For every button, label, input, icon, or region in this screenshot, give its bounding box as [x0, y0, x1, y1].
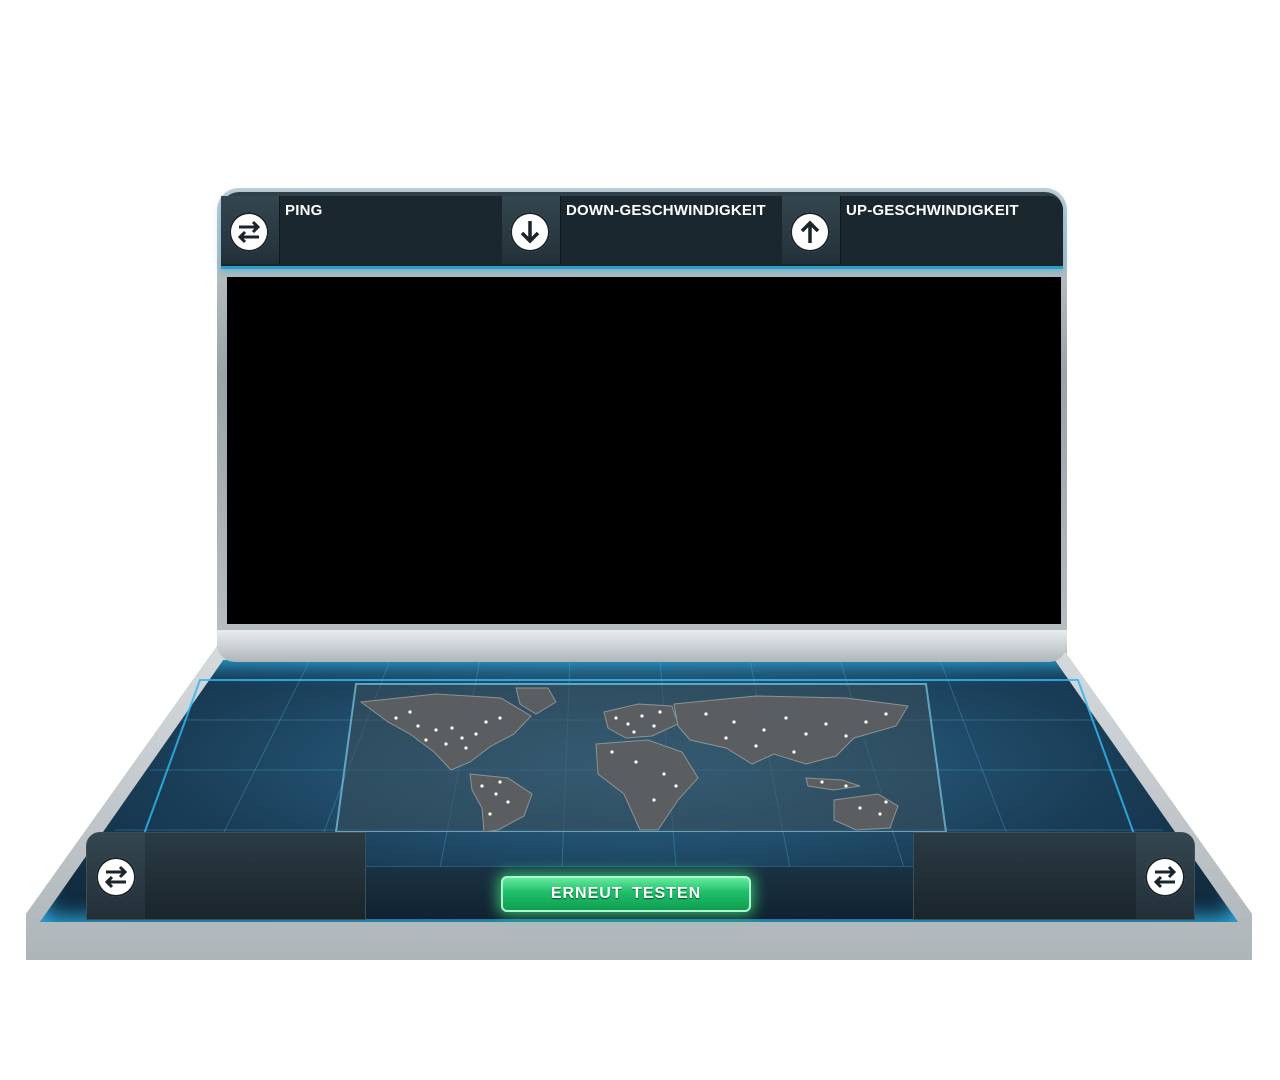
ping-icon-cell	[221, 196, 279, 264]
world-map	[334, 683, 948, 832]
results-screen	[227, 277, 1061, 624]
left-panel-icon-zone	[87, 833, 145, 919]
monitor-base-lip	[217, 630, 1067, 662]
swap-arrows-icon	[96, 857, 136, 897]
left-info-panel	[86, 832, 366, 920]
ping-label: PING	[285, 202, 323, 219]
arrow-up-icon	[790, 212, 830, 252]
download-label: DOWN-GESCHWINDIGKEIT	[566, 202, 766, 219]
upload-label: UP-GESCHWINDIGKEIT	[846, 202, 1019, 219]
download-metric: DOWN-GESCHWINDIGKEIT	[502, 196, 783, 264]
right-panel-icon-zone	[1136, 833, 1194, 919]
download-icon-cell	[502, 196, 560, 264]
swap-arrows-icon	[229, 212, 269, 252]
ping-metric: PING	[221, 196, 503, 264]
arrow-down-icon	[510, 212, 550, 252]
right-info-panel	[913, 832, 1195, 920]
retest-button[interactable]: ERNEUT TESTEN	[501, 876, 751, 912]
upload-icon-cell	[782, 196, 840, 264]
swap-arrows-icon	[1145, 857, 1185, 897]
upload-metric: UP-GESCHWINDIGKEIT	[782, 196, 1063, 264]
